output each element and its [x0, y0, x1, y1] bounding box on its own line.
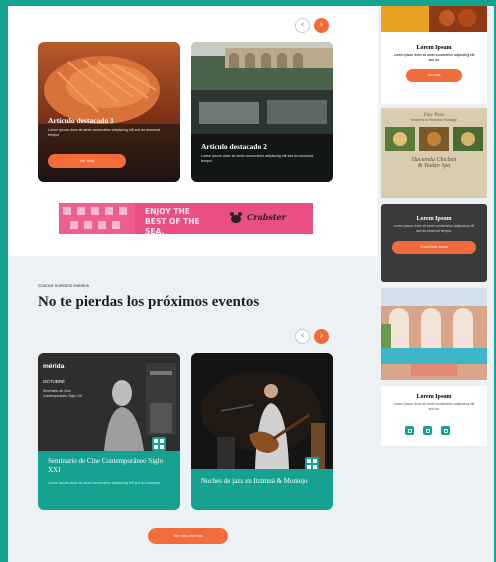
facebook-icon[interactable]: [405, 426, 414, 435]
events-title: No te pierdas los próximos eventos: [38, 294, 260, 310]
sidebar-promo-3: Lorem Ipsum Lorem ipsum dolor sit amet c…: [381, 386, 487, 446]
featured-card-2-text: Lorem ipsum dolor sit amet consectetur a…: [201, 154, 313, 163]
sidebar-hotel-ad[interactable]: [381, 288, 487, 380]
sidebar-promo-2: Lorem Ipsum Lorem ipsum dolor sit amet c…: [381, 204, 487, 282]
sidebar-ad-card[interactable]: Day Pass Included in Hacienda Package Ha…: [381, 108, 487, 198]
crab-icon: [230, 212, 242, 223]
twitter-icon[interactable]: [441, 426, 450, 435]
event-card-1-title[interactable]: Seminario de Cine Contemporáneo Siglo XX…: [48, 457, 172, 475]
events-next-button[interactable]: ›: [314, 329, 329, 344]
ad-banner[interactable]: ENJOY THE BEST OF THE SEA. Crabster: [59, 203, 313, 234]
page: ‹ › Artículo destacado 1 Lorem ipsum dol…: [8, 6, 494, 562]
instagram-icon[interactable]: [423, 426, 432, 435]
featured-card-1-button[interactable]: Ver más: [48, 154, 126, 168]
ad-card-line2: Included in Hacienda Package: [411, 118, 457, 122]
featured-card-2-title[interactable]: Artículo destacado 2: [201, 142, 267, 151]
featured-card-1-text: Lorem ipsum dolor sit amet consectetur a…: [48, 128, 160, 137]
featured-card-1-title[interactable]: Artículo destacado 1: [48, 116, 114, 125]
featured-card-2[interactable]: Artículo destacado 2 Lorem ipsum dolor s…: [191, 42, 333, 182]
sidebar-promo-1-button[interactable]: Ver más: [406, 69, 462, 82]
event-card-2[interactable]: Noches de jazz en Itzimná & Montejo: [191, 353, 333, 510]
event-card-1[interactable]: mérida OCTUBRE Seminario de Cine Contemp…: [38, 353, 180, 510]
ad-banner-body: ENJOY THE BEST OF THE SEA. Crabster: [135, 203, 313, 234]
poster-city: mérida: [43, 363, 65, 370]
more-events-button[interactable]: Ver más eventos: [148, 528, 228, 544]
ad-banner-pattern: [59, 203, 135, 234]
ad-banner-slogan: ENJOY THE BEST OF THE SEA.: [145, 207, 200, 234]
events-prev-button[interactable]: ‹: [295, 329, 310, 344]
sidebar: Lorem Ipsum Lorem ipsum dolor sit amet c…: [378, 6, 494, 562]
event-card-2-title[interactable]: Noches de jazz en Itzimná & Montejo: [201, 477, 325, 486]
sidebar-hotel-image: [381, 288, 487, 380]
sidebar-promo-3-text: Lorem ipsum dolor sit amet consectetur a…: [393, 402, 475, 411]
featured-card-1[interactable]: Artículo destacado 1 Lorem ipsum dolor s…: [38, 42, 180, 182]
slider-next-button[interactable]: ›: [314, 18, 329, 33]
ad-card-line4: & Yaxkin Spa: [417, 163, 451, 169]
event-card-2-grid-icon[interactable]: [305, 457, 319, 471]
ad-card-food-photos: [385, 127, 483, 151]
event-card-1-grid-icon[interactable]: [152, 437, 166, 451]
featured-slider-nav: ‹ ›: [295, 18, 329, 33]
event-card-2-photo: [191, 353, 333, 469]
ad-banner-brand: Crabster: [247, 212, 286, 222]
sidebar-promo-1-image: [381, 6, 487, 32]
sidebar-promo-2-button[interactable]: Suscríbete ahora: [392, 241, 476, 254]
slider-prev-button[interactable]: ‹: [295, 18, 310, 33]
sidebar-promo-1-title: Lorem Ipsum: [416, 45, 452, 51]
event-card-1-text: Lorem ipsum dolor sit amet consectetur a…: [48, 481, 160, 485]
events-eyebrow: Conoce nuestros eventos: [38, 283, 90, 288]
poster-name: Seminario de Cine Contemporáneo Siglo XX…: [43, 389, 83, 398]
poster-month: OCTUBRE: [43, 379, 66, 384]
sidebar-promo-2-text: Lorem ipsum dolor sit amet consectetur a…: [393, 224, 475, 233]
sidebar-promo-1: Lorem Ipsum Lorem ipsum dolor sit amet c…: [381, 6, 487, 104]
sidebar-promo-3-title: Lorem Ipsum: [416, 394, 452, 400]
social-links: [405, 426, 450, 435]
sidebar-promo-2-title: Lorem Ipsum: [416, 216, 452, 222]
sidebar-promo-1-text: Lorem ipsum dolor sit amet consectetur a…: [393, 53, 475, 62]
events-slider-nav: ‹ ›: [295, 329, 329, 344]
main-content: ‹ › Artículo destacado 1 Lorem ipsum dol…: [8, 6, 378, 562]
